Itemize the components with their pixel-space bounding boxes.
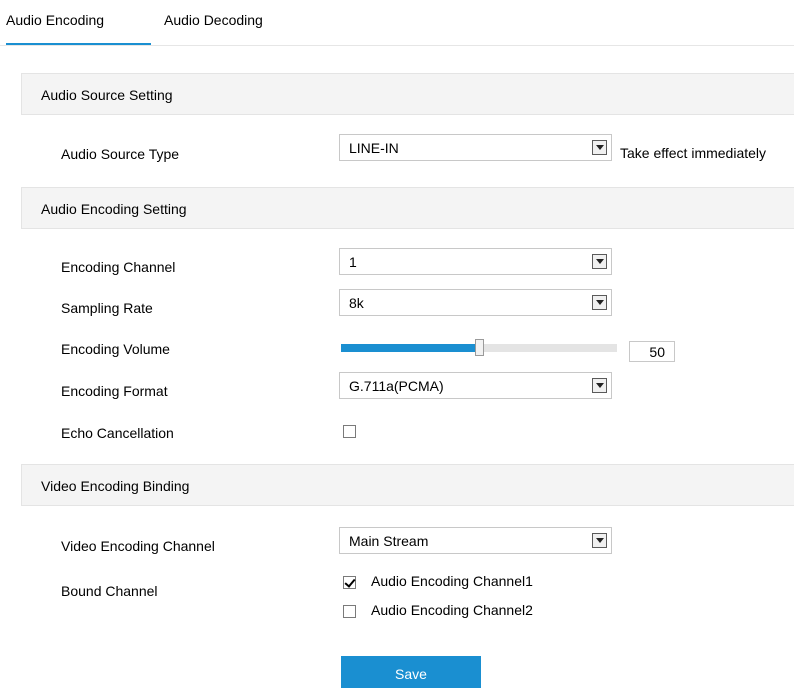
select-value: 8k — [349, 295, 364, 311]
encoding-volume-value[interactable]: 50 — [629, 341, 675, 362]
tab-bar: Audio Encoding Audio Decoding — [0, 0, 794, 46]
sampling-rate-label: Sampling Rate — [61, 300, 153, 316]
chevron-down-icon[interactable] — [592, 533, 607, 548]
echo-cancellation-checkbox[interactable] — [343, 425, 356, 438]
section-audio-encoding: Audio Encoding Setting — [21, 187, 794, 229]
select-value: Main Stream — [349, 533, 429, 549]
video-encoding-channel-label: Video Encoding Channel — [61, 538, 215, 554]
section-audio-source: Audio Source Setting — [21, 73, 794, 115]
save-button-label: Save — [395, 666, 427, 682]
slider-fill — [341, 344, 479, 352]
slider-handle[interactable] — [475, 339, 484, 356]
chevron-down-icon[interactable] — [592, 378, 607, 393]
section-title: Audio Encoding Setting — [41, 201, 187, 217]
bound-channel1-checkbox[interactable] — [343, 576, 356, 589]
encoding-channel-label: Encoding Channel — [61, 259, 176, 275]
active-tab-indicator — [6, 43, 151, 45]
save-button[interactable]: Save — [341, 656, 481, 688]
select-value: G.711a(PCMA) — [349, 378, 444, 394]
section-video-binding: Video Encoding Binding — [21, 464, 794, 506]
video-encoding-channel-select[interactable]: Main Stream — [339, 527, 612, 554]
section-title: Video Encoding Binding — [41, 478, 190, 494]
volume-value-text: 50 — [649, 344, 665, 360]
select-value: 1 — [349, 254, 357, 270]
take-effect-note: Take effect immediately — [620, 145, 767, 161]
chevron-down-icon[interactable] — [592, 254, 607, 269]
select-value: LINE-IN — [349, 140, 399, 156]
chevron-down-icon[interactable] — [592, 140, 607, 155]
bound-channel2-label: Audio Encoding Channel2 — [371, 602, 533, 618]
encoding-channel-select[interactable]: 1 — [339, 248, 612, 275]
encoding-format-label: Encoding Format — [61, 383, 168, 399]
tab-audio-encoding[interactable]: Audio Encoding — [6, 11, 104, 29]
audio-source-type-select[interactable]: LINE-IN — [339, 134, 612, 161]
section-title: Audio Source Setting — [41, 87, 173, 103]
bound-channel1-label: Audio Encoding Channel1 — [371, 573, 533, 589]
encoding-volume-slider[interactable] — [341, 339, 617, 356]
audio-source-type-label: Audio Source Type — [61, 146, 180, 162]
bound-channel2-checkbox[interactable] — [343, 605, 356, 618]
tab-audio-decoding[interactable]: Audio Decoding — [164, 11, 263, 29]
sampling-rate-select[interactable]: 8k — [339, 289, 612, 316]
echo-cancellation-label: Echo Cancellation — [61, 425, 174, 441]
encoding-format-select[interactable]: G.711a(PCMA) — [339, 372, 612, 399]
chevron-down-icon[interactable] — [592, 295, 607, 310]
bound-channel-label: Bound Channel — [61, 583, 158, 599]
encoding-volume-label: Encoding Volume — [61, 341, 170, 357]
